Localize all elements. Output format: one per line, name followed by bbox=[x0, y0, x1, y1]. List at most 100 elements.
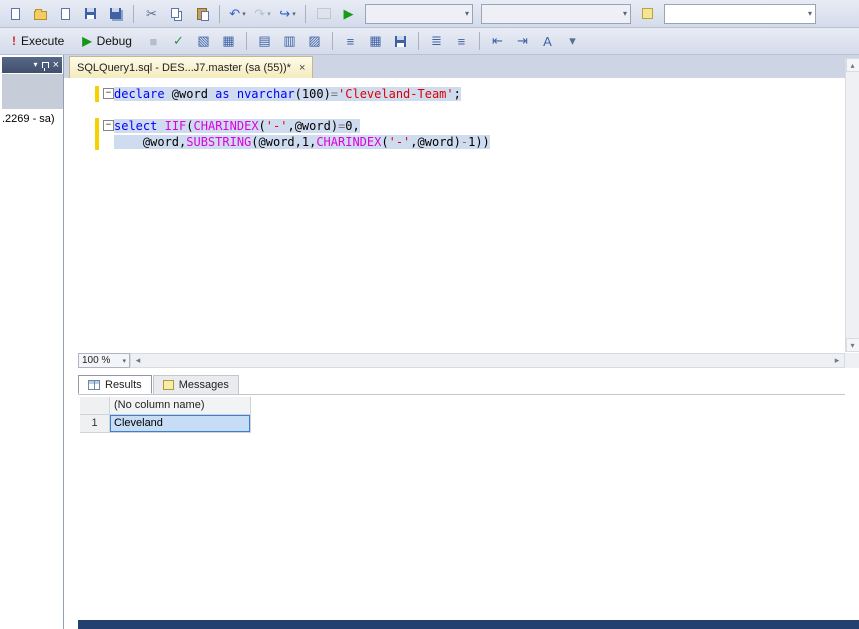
status-bar bbox=[78, 620, 859, 629]
chevron-down-icon: ▾ bbox=[292, 10, 296, 18]
results-tab-bar: Results Messages bbox=[78, 374, 845, 394]
execute-button-label: Execute bbox=[21, 34, 65, 48]
sql-editor-toolbar: ! Execute ▶ Debug ■ ✓ ▧ ▦ ▤ ▥ ▨ ≡ ▦ ≣ ≡ ⇤ ⇥ A ▾ bbox=[0, 28, 859, 55]
print-button[interactable] bbox=[312, 3, 335, 25]
tab-messages[interactable]: Messages bbox=[152, 375, 239, 394]
save-all-button[interactable] bbox=[104, 3, 127, 25]
horizontal-scrollbar[interactable]: ◂ ▸ bbox=[130, 353, 845, 368]
result-cell[interactable]: Cleveland bbox=[110, 415, 251, 433]
object-explorer-toolbar-area bbox=[2, 74, 63, 109]
code-line: @word,SUBSTRING(@word,1,CHARINDEX('-',@w… bbox=[64, 134, 845, 150]
cut-button[interactable]: ✂ bbox=[140, 3, 163, 25]
toolbar-combo-2[interactable]: ▾ bbox=[481, 3, 631, 24]
results-tab-label: Results bbox=[105, 378, 142, 391]
green-play-icon: ▶ bbox=[343, 5, 354, 21]
undo-button[interactable]: ↶ ▾ bbox=[226, 3, 249, 25]
find-combo[interactable]: ▾ bbox=[664, 3, 816, 24]
start-button[interactable]: ▶ bbox=[337, 3, 360, 25]
chevron-down-icon: ▾ bbox=[242, 10, 246, 18]
object-explorer-panel: ▾ × .2269 - sa) bbox=[0, 55, 64, 629]
estimated-plan-icon: ▧ bbox=[197, 33, 210, 48]
scissors-icon: ✂ bbox=[146, 5, 157, 21]
stop-icon: ■ bbox=[149, 33, 158, 49]
navigate-button[interactable]: ↪ ▾ bbox=[276, 3, 299, 25]
standard-toolbar: ✂ ↶ ▾ ↷ ▾ ↪ ▾ ▶ ▾ ▾ ▾ bbox=[0, 0, 859, 28]
paste-icon bbox=[196, 7, 209, 21]
results-to-grid-button[interactable]: ▦ bbox=[364, 30, 387, 52]
collapse-outline-icon[interactable]: − bbox=[103, 88, 114, 99]
table-row: 1 Cleveland bbox=[80, 415, 251, 433]
sqlcmd-mode-button[interactable]: A bbox=[536, 30, 559, 52]
stop-button[interactable]: ■ bbox=[142, 30, 165, 52]
specify-template-values-button[interactable]: ▤ bbox=[253, 30, 276, 52]
auto-hide-pin-icon[interactable] bbox=[41, 62, 49, 71]
display-estimated-plan-button[interactable]: ▧ bbox=[192, 30, 215, 52]
chevron-down-icon: ▾ bbox=[267, 10, 271, 18]
row-number-cell[interactable]: 1 bbox=[80, 415, 110, 433]
vertical-scrollbar[interactable]: ▴ ▾ bbox=[845, 58, 859, 352]
close-icon[interactable]: × bbox=[53, 59, 59, 71]
comment-button[interactable]: ≣ bbox=[425, 30, 448, 52]
results-grid: (No column name) 1 Cleveland bbox=[80, 397, 251, 433]
copy-icon bbox=[171, 7, 179, 18]
execute-button[interactable]: ! Execute bbox=[4, 30, 72, 52]
save-all-icon bbox=[110, 8, 121, 19]
document-tab[interactable]: SQLQuery1.sql - DES...J7.master (sa (55)… bbox=[69, 56, 314, 78]
redo-button[interactable]: ↷ ▾ bbox=[251, 3, 274, 25]
template-explorer-button[interactable] bbox=[636, 3, 659, 25]
parse-check-icon: ✓ bbox=[173, 33, 184, 48]
chevron-down-icon: ▾ bbox=[622, 9, 627, 18]
results-to-grid-icon: ▦ bbox=[369, 33, 382, 48]
save-button[interactable] bbox=[79, 3, 102, 25]
save-icon bbox=[85, 8, 96, 19]
include-actual-plan-button[interactable]: ▥ bbox=[278, 30, 301, 52]
toolbar-separator bbox=[133, 4, 134, 23]
server-node-label[interactable]: .2269 - sa) bbox=[2, 113, 55, 125]
query-designer-button[interactable]: ▦ bbox=[217, 30, 240, 52]
toolbar-separator bbox=[417, 32, 419, 50]
results-to-file-button[interactable] bbox=[389, 30, 412, 52]
column-header[interactable]: (No column name) bbox=[110, 397, 251, 415]
chevron-down-icon: ▾ bbox=[464, 9, 469, 18]
decrease-indent-button[interactable]: ⇤ bbox=[486, 30, 509, 52]
open-file-button[interactable] bbox=[29, 3, 52, 25]
editor-bottom-bar: 100 % ▾ ◂ ▸ bbox=[64, 352, 859, 369]
change-tracking-bar bbox=[95, 86, 99, 102]
new-query-button[interactable] bbox=[4, 3, 27, 25]
toolbar-separator bbox=[305, 4, 306, 23]
results-to-text-button[interactable]: ≡ bbox=[339, 30, 362, 52]
copy-button[interactable] bbox=[165, 3, 188, 25]
toolbar-combo-1[interactable]: ▾ bbox=[365, 3, 473, 24]
debug-button[interactable]: ▶ Debug bbox=[74, 30, 140, 52]
zoom-selector[interactable]: 100 % ▾ bbox=[78, 353, 130, 368]
window-position-menu-icon[interactable]: ▾ bbox=[34, 61, 38, 69]
picture-icon bbox=[316, 8, 331, 19]
include-client-statistics-button[interactable]: ▨ bbox=[303, 30, 326, 52]
actual-plan-icon: ▥ bbox=[283, 33, 296, 48]
add-file-button[interactable] bbox=[54, 3, 77, 25]
change-tracking-bar bbox=[95, 118, 99, 134]
scrollbar-corner bbox=[845, 353, 859, 368]
results-grid-area: (No column name) 1 Cleveland bbox=[78, 394, 845, 618]
scroll-left-icon[interactable]: ◂ bbox=[131, 355, 145, 366]
increase-indent-button[interactable]: ⇥ bbox=[511, 30, 534, 52]
scroll-down-icon[interactable]: ▾ bbox=[845, 338, 859, 352]
parse-button[interactable]: ✓ bbox=[167, 30, 190, 52]
scroll-up-icon[interactable]: ▴ bbox=[845, 58, 859, 72]
code-area[interactable]: − declare @word as nvarchar(100)='Clevela… bbox=[64, 78, 845, 352]
results-to-file-icon bbox=[394, 35, 406, 47]
toolbar-separator bbox=[219, 4, 220, 23]
grid-corner-cell[interactable] bbox=[80, 397, 110, 415]
uncomment-button[interactable]: ≡ bbox=[450, 30, 473, 52]
close-icon[interactable]: × bbox=[299, 62, 305, 74]
code-text: @word,SUBSTRING(@word,1,CHARINDEX('-',@w… bbox=[114, 135, 490, 149]
template-values-icon: ▤ bbox=[258, 33, 271, 48]
paste-button[interactable] bbox=[190, 3, 213, 25]
toolbar-options-button[interactable]: ▾ bbox=[561, 30, 584, 52]
collapse-outline-icon[interactable]: − bbox=[103, 120, 114, 131]
toolbar-separator bbox=[478, 32, 480, 50]
scroll-right-icon[interactable]: ▸ bbox=[830, 355, 844, 366]
tab-results[interactable]: Results bbox=[78, 375, 152, 394]
indent-icon: ⇥ bbox=[517, 33, 528, 48]
code-line: − declare @word as nvarchar(100)='Clevela… bbox=[64, 86, 845, 102]
